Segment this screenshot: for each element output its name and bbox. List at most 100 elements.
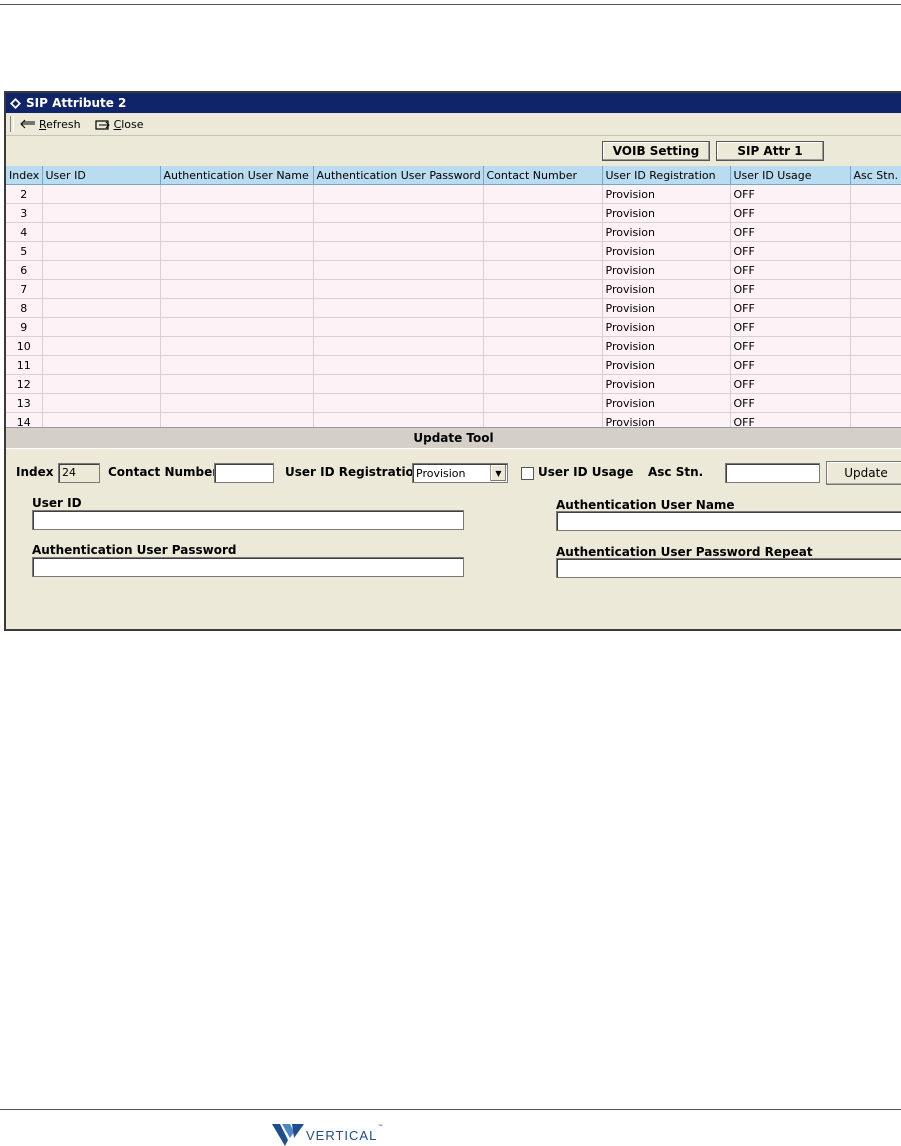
- column-header[interactable]: Contact Number: [483, 166, 603, 185]
- authentication-user-password-input[interactable]: [32, 557, 464, 577]
- table-cell[interactable]: [313, 336, 484, 356]
- table-cell[interactable]: [850, 222, 901, 242]
- table-cell[interactable]: [850, 203, 901, 223]
- table-cell[interactable]: [850, 393, 901, 413]
- table-row[interactable]: 2 Provision OFF: [6, 184, 901, 204]
- table-cell[interactable]: [850, 241, 901, 261]
- table-cell[interactable]: 10: [6, 336, 43, 356]
- chevron-down-icon[interactable]: ▼: [490, 465, 506, 481]
- table-cell[interactable]: 12: [6, 374, 43, 394]
- table-cell[interactable]: [483, 241, 603, 261]
- table-cell[interactable]: OFF: [730, 279, 851, 299]
- table-cell[interactable]: 9: [6, 317, 43, 337]
- table-cell[interactable]: OFF: [730, 203, 851, 223]
- table-cell[interactable]: [160, 241, 314, 261]
- table-cell[interactable]: [483, 336, 603, 356]
- column-header[interactable]: Asc Stn.: [850, 166, 901, 185]
- table-cell[interactable]: [483, 393, 603, 413]
- table-cell[interactable]: [160, 336, 314, 356]
- table-cell[interactable]: [160, 260, 314, 280]
- table-cell[interactable]: OFF: [730, 393, 851, 413]
- table-cell[interactable]: [313, 412, 484, 427]
- table-cell[interactable]: [313, 222, 484, 242]
- table-cell[interactable]: [850, 279, 901, 299]
- close-button[interactable]: Close: [94, 118, 144, 131]
- table-cell[interactable]: [42, 393, 161, 413]
- table-cell[interactable]: OFF: [730, 355, 851, 375]
- table-cell[interactable]: 7: [6, 279, 43, 299]
- asc-stn-input[interactable]: [725, 463, 820, 483]
- table-row[interactable]: 7 Provision OFF: [6, 279, 901, 299]
- table-cell[interactable]: [160, 317, 314, 337]
- table-cell[interactable]: Provision: [602, 241, 731, 261]
- table-cell[interactable]: Provision: [602, 412, 731, 427]
- table-cell[interactable]: [483, 184, 603, 204]
- table-row[interactable]: 5 Provision OFF: [6, 241, 901, 261]
- table-cell[interactable]: [313, 317, 484, 337]
- table-cell[interactable]: [160, 184, 314, 204]
- authentication-user-name-input[interactable]: [556, 511, 901, 531]
- table-cell[interactable]: [160, 222, 314, 242]
- column-header[interactable]: Index: [6, 166, 43, 185]
- contact-number-input[interactable]: [214, 463, 274, 483]
- column-header[interactable]: Authentication User Password: [313, 166, 484, 185]
- table-cell[interactable]: [313, 298, 484, 318]
- table-cell[interactable]: [42, 203, 161, 223]
- table-cell[interactable]: [483, 317, 603, 337]
- table-cell[interactable]: [42, 222, 161, 242]
- table-cell[interactable]: [483, 279, 603, 299]
- table-cell[interactable]: 2: [6, 184, 43, 204]
- table-cell[interactable]: OFF: [730, 374, 851, 394]
- table-cell[interactable]: [483, 260, 603, 280]
- table-cell[interactable]: [483, 355, 603, 375]
- table-cell[interactable]: 5: [6, 241, 43, 261]
- table-row[interactable]: 4 Provision OFF: [6, 222, 901, 242]
- table-cell[interactable]: Provision: [602, 260, 731, 280]
- table-row[interactable]: 8 Provision OFF: [6, 298, 901, 318]
- table-cell[interactable]: [483, 222, 603, 242]
- table-cell[interactable]: [42, 279, 161, 299]
- table-cell[interactable]: [313, 184, 484, 204]
- table-row[interactable]: 9 Provision OFF: [6, 317, 901, 337]
- column-header[interactable]: User ID Usage: [730, 166, 851, 185]
- table-cell[interactable]: [160, 412, 314, 427]
- refresh-button[interactable]: Refresh: [20, 118, 81, 131]
- table-cell[interactable]: [850, 374, 901, 394]
- table-cell[interactable]: OFF: [730, 317, 851, 337]
- sip-attr-1-button[interactable]: SIP Attr 1: [716, 141, 824, 161]
- table-cell[interactable]: [42, 412, 161, 427]
- table-cell[interactable]: Provision: [602, 203, 731, 223]
- table-cell[interactable]: 14: [6, 412, 43, 427]
- table-row[interactable]: 10 Provision OFF: [6, 336, 901, 356]
- table-cell[interactable]: [160, 279, 314, 299]
- table-cell[interactable]: 6: [6, 260, 43, 280]
- table-cell[interactable]: [42, 260, 161, 280]
- table-cell[interactable]: OFF: [730, 412, 851, 427]
- table-cell[interactable]: Provision: [602, 355, 731, 375]
- table-cell[interactable]: 11: [6, 355, 43, 375]
- table-cell[interactable]: [313, 393, 484, 413]
- table-cell[interactable]: Provision: [602, 374, 731, 394]
- table-cell[interactable]: 13: [6, 393, 43, 413]
- table-row[interactable]: 3 Provision OFF: [6, 203, 901, 223]
- table-cell[interactable]: [313, 374, 484, 394]
- table-cell[interactable]: [483, 374, 603, 394]
- user-id-usage-checkbox[interactable]: [521, 467, 534, 480]
- table-cell[interactable]: OFF: [730, 298, 851, 318]
- column-header[interactable]: User ID Registration: [602, 166, 731, 185]
- table-cell[interactable]: [850, 184, 901, 204]
- table-cell[interactable]: [42, 336, 161, 356]
- table-cell[interactable]: 8: [6, 298, 43, 318]
- table-cell[interactable]: [850, 355, 901, 375]
- table-cell[interactable]: Provision: [602, 336, 731, 356]
- table-cell[interactable]: [313, 355, 484, 375]
- table-cell[interactable]: OFF: [730, 260, 851, 280]
- table-cell[interactable]: [160, 393, 314, 413]
- update-button[interactable]: Update: [826, 461, 901, 485]
- user-id-registration-select[interactable]: Provision ▼: [412, 463, 508, 483]
- table-row[interactable]: 14 Provision OFF: [6, 412, 901, 427]
- table-cell[interactable]: Provision: [602, 222, 731, 242]
- table-cell[interactable]: [160, 298, 314, 318]
- table-cell[interactable]: [850, 336, 901, 356]
- table-cell[interactable]: [42, 298, 161, 318]
